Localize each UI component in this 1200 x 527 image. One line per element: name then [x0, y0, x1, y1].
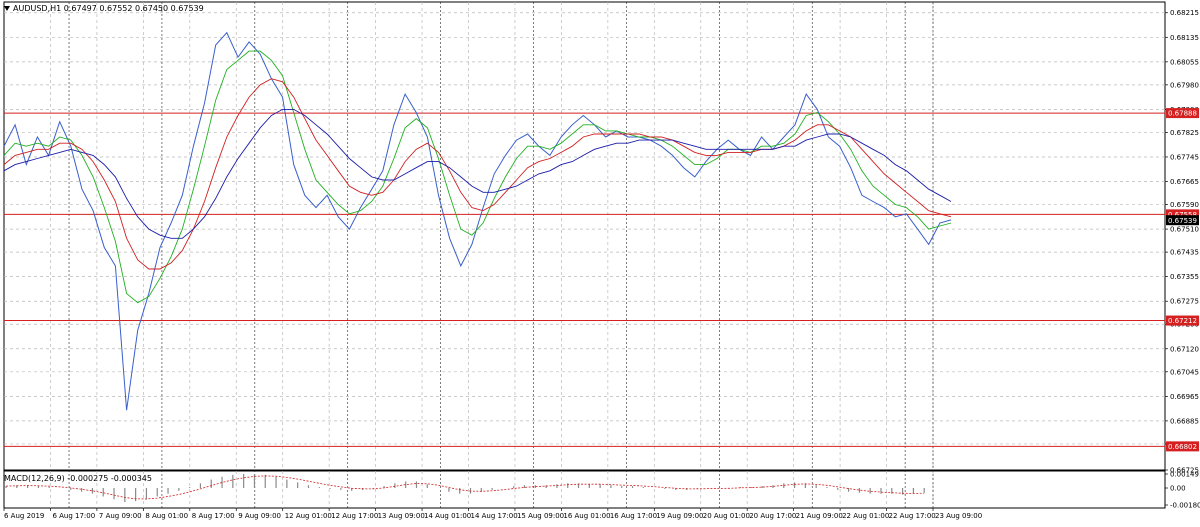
y-tick-label: 0.67590	[1170, 201, 1199, 209]
chart-info: AUDUSD,H1 0.67497 0.67552 0.67450 0.6753…	[4, 4, 204, 13]
x-tick-label: 14 Aug 01:00	[424, 512, 471, 520]
x-tick-label: 6 Aug 17:00	[52, 512, 95, 520]
y-tick-label: 0.67745	[1170, 153, 1199, 161]
y-tick-label: 0.67045	[1170, 368, 1199, 376]
y-tick-label: 0.67120	[1170, 345, 1199, 353]
y-tick-label: 0.67665	[1170, 178, 1199, 186]
current-price-label: 0.67539	[1168, 217, 1197, 225]
x-tick-label: 12 Aug 01:00	[285, 512, 332, 520]
macd-tick-label: 0.001491	[1170, 471, 1200, 479]
x-tick-label: 16 Aug 17:00	[610, 512, 657, 520]
x-tick-label: 7 Aug 09:00	[99, 512, 142, 520]
y-tick-label: 0.67435	[1170, 249, 1199, 257]
x-tick-label: 19 Aug 09:00	[656, 512, 703, 520]
x-tick-label: 16 Aug 01:00	[563, 512, 610, 520]
x-tick-label: 6 Aug 2019	[4, 512, 44, 520]
x-tick-label: 22 Aug 01:00	[842, 512, 889, 520]
y-tick-label: 0.66965	[1170, 393, 1199, 401]
level-label: 0.67888	[1168, 110, 1197, 118]
y-tick-label: 0.67275	[1170, 298, 1199, 306]
x-tick-label: 8 Aug 17:00	[192, 512, 235, 520]
x-tick-label: 21 Aug 09:00	[796, 512, 843, 520]
y-tick-label: 0.68055	[1170, 58, 1199, 66]
x-tick-label: 13 Aug 09:00	[378, 512, 425, 520]
level-label: 0.66802	[1168, 443, 1197, 451]
y-tick-label: 0.67980	[1170, 81, 1199, 89]
ohlc-label: 0.67497 0.67552 0.67450 0.67539	[63, 4, 204, 13]
dropdown-triangle-icon[interactable]	[4, 6, 10, 11]
symbol-label: AUDUSD,H1	[13, 4, 62, 13]
x-tick-label: 8 Aug 01:00	[145, 512, 188, 520]
x-tick-label: 15 Aug 09:00	[517, 512, 564, 520]
level-label: 0.67212	[1168, 317, 1197, 325]
chart-area: 0.682150.681350.680550.679800.679000.678…	[0, 0, 1200, 523]
y-tick-label: 0.67355	[1170, 273, 1199, 281]
x-tick-label: 12 Aug 17:00	[331, 512, 378, 520]
x-tick-label: 20 Aug 01:00	[703, 512, 750, 520]
y-tick-label: 0.67825	[1170, 129, 1199, 137]
y-tick-label: 0.66885	[1170, 417, 1199, 425]
main-plot-frame	[3, 1, 1166, 471]
x-tick-label: 9 Aug 09:00	[238, 512, 281, 520]
x-tick-label: 22 Aug 17:00	[889, 512, 936, 520]
y-tick-label: 0.68215	[1170, 9, 1199, 17]
x-tick-label: 23 Aug 09:00	[935, 512, 982, 520]
y-tick-label: 0.68135	[1170, 34, 1199, 42]
macd-plot-frame	[3, 470, 1166, 509]
y-tick-label: 0.67510	[1170, 226, 1199, 234]
x-tick-label: 14 Aug 17:00	[471, 512, 518, 520]
macd-title: MACD(12,26,9) -0.000275 -0.000345	[4, 474, 152, 483]
price-chart-svg: 0.682150.681350.680550.679800.679000.678…	[3, 1, 1200, 520]
x-tick-label: 20 Aug 17:00	[749, 512, 796, 520]
macd-tick-label: -0.001808	[1170, 502, 1200, 510]
macd-tick-label: 0.00	[1170, 485, 1186, 493]
